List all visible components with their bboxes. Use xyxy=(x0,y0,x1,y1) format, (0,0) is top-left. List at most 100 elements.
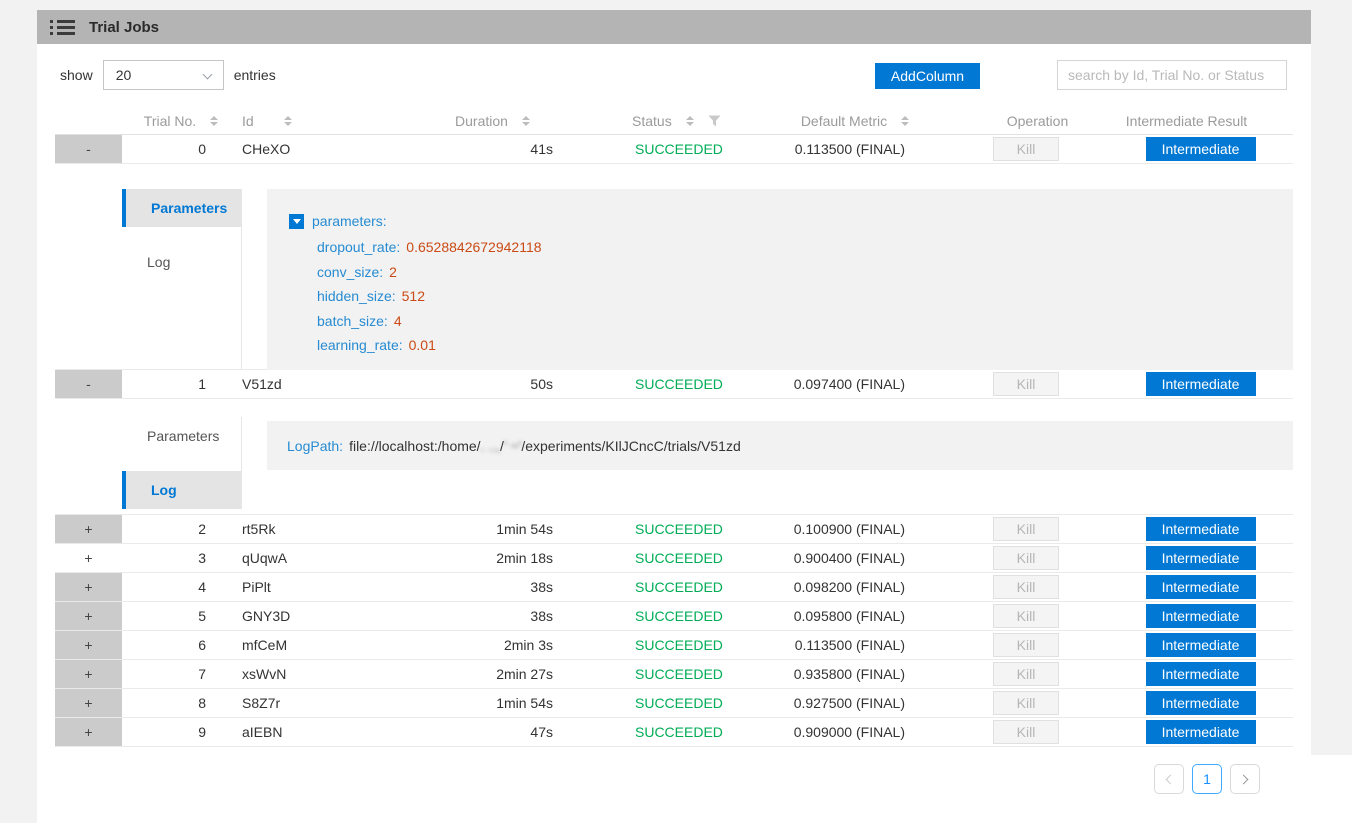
collapse-toggle-icon[interactable] xyxy=(289,214,304,229)
entries-select[interactable]: 20 xyxy=(103,60,224,90)
row-expander[interactable]: - xyxy=(55,135,122,163)
add-column-button[interactable]: AddColumn xyxy=(875,63,980,89)
chevron-left-icon xyxy=(1166,774,1176,784)
next-page-button[interactable] xyxy=(1230,764,1260,794)
kill-button[interactable]: Kill xyxy=(993,662,1059,686)
sort-icon[interactable] xyxy=(284,116,292,126)
parameter-line: hidden_size:512 xyxy=(317,284,1293,309)
kill-button[interactable]: Kill xyxy=(993,517,1059,541)
trial-id-cell: PiPlt xyxy=(240,579,410,595)
status-cell: SUCCEEDED xyxy=(575,608,770,624)
status-cell: SUCCEEDED xyxy=(575,521,770,537)
duration-cell: 38s xyxy=(410,579,575,595)
status-cell: SUCCEEDED xyxy=(575,695,770,711)
row-expander[interactable]: + xyxy=(55,660,122,688)
row-expander[interactable]: + xyxy=(55,544,122,572)
intermediate-button[interactable]: Intermediate xyxy=(1146,720,1256,744)
trial-no-cell: 1 xyxy=(122,376,240,392)
log-path-label: LogPath: xyxy=(287,438,343,454)
table-row: + 5 GNY3D 38s SUCCEEDED 0.095800 (FINAL)… xyxy=(55,602,1293,631)
col-header-duration[interactable]: Duration xyxy=(410,113,575,129)
trial-no-cell: 4 xyxy=(122,579,240,595)
status-cell: SUCCEEDED xyxy=(575,724,770,740)
page-1-button[interactable]: 1 xyxy=(1192,764,1222,794)
col-header-status[interactable]: Status xyxy=(575,113,770,129)
filter-icon[interactable] xyxy=(708,115,721,127)
pagination: 1 xyxy=(37,764,1260,794)
col-header-intermediate-result: Intermediate Result xyxy=(1080,113,1293,129)
kill-button[interactable]: Kill xyxy=(993,372,1059,396)
prev-page-button[interactable] xyxy=(1154,764,1184,794)
sort-icon[interactable] xyxy=(210,116,218,126)
intermediate-button[interactable]: Intermediate xyxy=(1146,604,1256,628)
row-expander[interactable]: + xyxy=(55,515,122,543)
kill-button[interactable]: Kill xyxy=(993,691,1059,715)
log-path-bar: LogPath: file://localhost:/home/. ..,/' … xyxy=(267,421,1293,470)
kill-button[interactable]: Kill xyxy=(993,575,1059,599)
trial-no-cell: 6 xyxy=(122,637,240,653)
sort-icon[interactable] xyxy=(522,116,530,126)
duration-cell: 47s xyxy=(410,724,575,740)
chevron-down-icon xyxy=(202,70,212,80)
trial-id-cell: S8Z7r xyxy=(240,695,410,711)
col-header-id[interactable]: Id xyxy=(240,113,410,129)
tab-log[interactable]: Log xyxy=(122,243,241,281)
intermediate-button[interactable]: Intermediate xyxy=(1146,372,1256,396)
parameter-key: dropout_rate: xyxy=(317,239,400,255)
parameter-value: 0.6528842672942118 xyxy=(406,239,541,255)
tab-log[interactable]: Log xyxy=(122,471,241,509)
status-cell: SUCCEEDED xyxy=(575,141,770,157)
trial-1-detail-panel: Parameters Log LogPath: file://localhost… xyxy=(55,399,1293,515)
tab-parameters[interactable]: Parameters xyxy=(122,417,241,455)
status-cell: SUCCEEDED xyxy=(575,550,770,566)
sort-icon[interactable] xyxy=(686,116,694,126)
metric-cell: 0.100900 (FINAL) xyxy=(770,521,940,537)
parameter-key: conv_size: xyxy=(317,264,383,280)
trial-no-cell: 7 xyxy=(122,666,240,682)
status-cell: SUCCEEDED xyxy=(575,666,770,682)
parameter-line: batch_size:4 xyxy=(317,309,1293,334)
row-expander[interactable]: - xyxy=(55,370,122,398)
kill-button[interactable]: Kill xyxy=(993,604,1059,628)
detail-tabs: Parameters Log xyxy=(122,189,242,370)
duration-cell: 1min 54s xyxy=(410,695,575,711)
sort-icon[interactable] xyxy=(901,116,909,126)
metric-cell: 0.927500 (FINAL) xyxy=(770,695,940,711)
kill-button[interactable]: Kill xyxy=(993,720,1059,744)
row-expander[interactable]: + xyxy=(55,718,122,746)
trial-id-cell: mfCeM xyxy=(240,637,410,653)
log-path-value: file://localhost:/home/. ..,/' ~'/experi… xyxy=(349,438,741,454)
status-cell: SUCCEEDED xyxy=(575,579,770,595)
search-input[interactable] xyxy=(1057,60,1287,90)
intermediate-button[interactable]: Intermediate xyxy=(1146,662,1256,686)
col-header-trial-no[interactable]: Trial No. xyxy=(122,113,240,129)
json-root-label: parameters: xyxy=(312,213,387,229)
intermediate-button[interactable]: Intermediate xyxy=(1146,517,1256,541)
table-controls: show 20 entries AddColumn xyxy=(37,44,1311,108)
intermediate-button[interactable]: Intermediate xyxy=(1146,691,1256,715)
metric-cell: 0.113500 (FINAL) xyxy=(770,141,940,157)
parameter-value: 512 xyxy=(402,288,425,304)
intermediate-button[interactable]: Intermediate xyxy=(1146,575,1256,599)
trial-id-cell: GNY3D xyxy=(240,608,410,624)
kill-button[interactable]: Kill xyxy=(993,137,1059,161)
duration-cell: 38s xyxy=(410,608,575,624)
row-expander[interactable]: + xyxy=(55,602,122,630)
col-header-default-metric[interactable]: Default Metric xyxy=(770,113,940,129)
kill-button[interactable]: Kill xyxy=(993,633,1059,657)
row-expander[interactable]: + xyxy=(55,573,122,601)
parameter-key: learning_rate: xyxy=(317,337,403,353)
trial-jobs-panel: Trial Jobs show 20 entries AddColumn Tri… xyxy=(37,10,1311,823)
intermediate-button[interactable]: Intermediate xyxy=(1146,546,1256,570)
intermediate-button[interactable]: Intermediate xyxy=(1146,633,1256,657)
trial-id-cell: qUqwA xyxy=(240,550,410,566)
trial-no-cell: 8 xyxy=(122,695,240,711)
trial-id-cell: xsWvN xyxy=(240,666,410,682)
row-expander[interactable]: + xyxy=(55,689,122,717)
intermediate-button[interactable]: Intermediate xyxy=(1146,137,1256,161)
row-expander[interactable]: + xyxy=(55,631,122,659)
kill-button[interactable]: Kill xyxy=(993,546,1059,570)
parameter-key: batch_size: xyxy=(317,313,388,329)
tab-parameters[interactable]: Parameters xyxy=(122,189,241,227)
duration-cell: 2min 18s xyxy=(410,550,575,566)
